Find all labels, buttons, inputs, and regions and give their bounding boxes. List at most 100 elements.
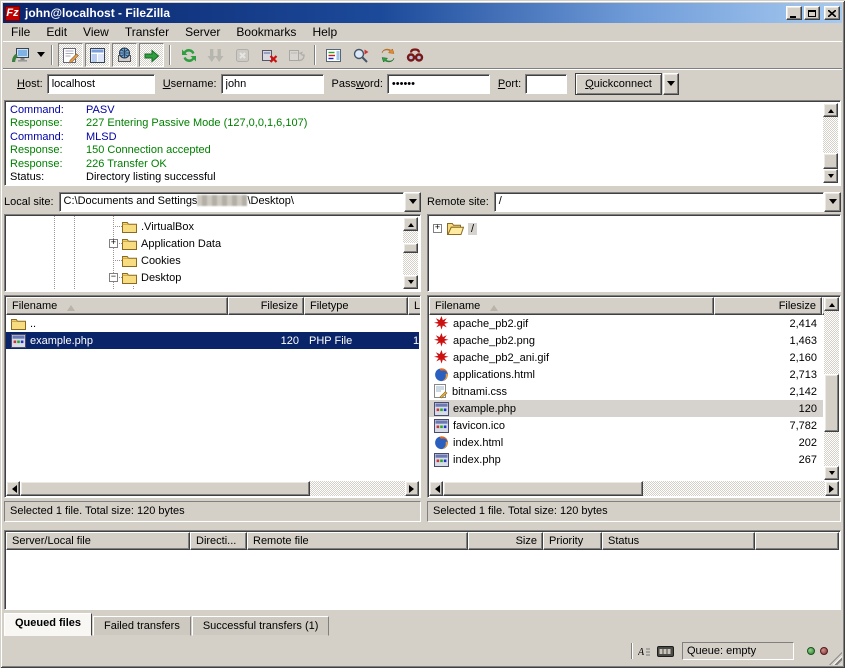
local-hscrollbar[interactable] [6,481,419,496]
log-scroll-down[interactable] [823,169,838,183]
host-input[interactable] [47,74,155,94]
remote-site-combobox[interactable]: / [494,192,841,212]
refresh-button[interactable] [176,43,201,67]
disconnect-button[interactable] [257,43,282,67]
local-hscroll-left[interactable] [6,481,20,496]
file-size-cell: 1,463 [714,332,822,349]
remote-hscroll-thumb[interactable] [443,481,643,496]
local-tree-scrollbar[interactable] [403,217,418,289]
file-row[interactable]: favicon.ico7,782 [429,417,823,434]
file-row[interactable]: index.php267 [429,451,823,468]
folder-icon [122,271,137,284]
file-row[interactable]: .. [6,315,419,332]
tree-item-desktop[interactable]: Desktop [122,269,181,286]
toggle-queue-button[interactable] [139,43,164,67]
log-entry: Status:Directory listing successful [10,171,822,184]
file-row[interactable]: bitnami.css2,142 [429,383,823,400]
minimize-icon [790,16,796,18]
remote-scroll-down[interactable] [824,466,839,480]
local-tree-scroll-down[interactable] [403,275,418,289]
local-path-dropdown[interactable] [404,192,421,212]
column-header-priority[interactable]: Priority [543,532,602,550]
local-hscroll-right[interactable] [405,481,419,496]
tree-item--virtualbox[interactable]: .VirtualBox [122,218,194,235]
remote-vscrollbar[interactable] [824,297,839,480]
column-header-status[interactable]: Status [602,532,755,550]
file-row[interactable]: index.html202 [429,434,823,451]
expand-icon[interactable]: + [109,239,118,248]
column-header-filetype[interactable]: Filetype [304,297,408,315]
port-input[interactable] [525,74,567,94]
maximize-button[interactable] [804,6,820,20]
log-scrollbar[interactable] [823,103,838,183]
menu-item-server[interactable]: Server [177,23,228,41]
tree-item-root[interactable]: / [447,220,477,237]
quickconnect-button[interactable]: Quickconnect [575,73,662,95]
column-header-filesize[interactable]: Filesize [714,297,822,315]
tab-queued-files[interactable]: Queued files [4,613,92,636]
process-queue-icon [207,47,224,64]
file-size-cell: 120 [714,400,822,417]
username-input[interactable] [221,74,324,94]
tree-item-application-data[interactable]: Application Data [122,235,221,252]
menu-item-view[interactable]: View [75,23,117,41]
speed-limit-icon[interactable] [657,646,674,657]
toggle-local-tree-button[interactable] [85,43,110,67]
file-row[interactable]: example.php120PHP File1 [6,332,419,349]
site-manager-button[interactable] [8,43,33,67]
remote-hscrollbar[interactable] [429,481,839,496]
menu-item-edit[interactable]: Edit [38,23,75,41]
find-files-button[interactable] [402,43,427,67]
log-scroll-up[interactable] [823,103,838,117]
column-header-filename[interactable]: Filename [6,297,228,315]
password-input[interactable] [387,74,490,94]
collapse-icon[interactable]: − [109,273,118,282]
compare-button[interactable] [348,43,373,67]
local-tree-scroll-up[interactable] [403,217,418,231]
toggle-remote-tree-button[interactable] [112,43,137,67]
column-header-server-local-file[interactable]: Server/Local file [6,532,190,550]
file-row[interactable]: applications.html2,713 [429,366,823,383]
column-header-directi-[interactable]: Directi... [190,532,247,550]
folder-icon [122,237,137,250]
remote-scroll-up[interactable] [824,297,839,311]
column-header-filesize[interactable]: Filesize [228,297,304,315]
toggle-log-button[interactable] [58,43,83,67]
quickconnect-dropdown[interactable] [663,73,679,95]
column-header-filename[interactable]: Filename [429,297,714,315]
column-header-remote-file[interactable]: Remote file [247,532,468,550]
tab-successful-transfers-1-[interactable]: Successful transfers (1) [192,616,330,636]
local-site-combobox[interactable]: C:\Documents and Settings\Desktop\ [59,192,421,212]
cancel-button[interactable] [230,43,255,67]
column-header-l[interactable]: L [408,297,421,315]
menu-item-help[interactable]: Help [304,23,345,41]
menu-item-bookmarks[interactable]: Bookmarks [228,23,304,41]
sync-browse-button[interactable] [375,43,400,67]
reconnect-button[interactable] [284,43,309,67]
site-manager-dropdown[interactable] [34,43,47,67]
filezilla-app-icon[interactable]: Fz [5,6,20,21]
file-row[interactable]: apache_pb2.gif2,414 [429,315,823,332]
local-tree-scroll-thumb[interactable] [403,243,418,253]
remote-hscroll-left[interactable] [429,481,443,496]
remote-hscroll-right[interactable] [825,481,839,496]
port-label: Port: [498,78,521,90]
process-queue-button[interactable] [203,43,228,67]
minimize-button[interactable] [786,6,802,20]
file-row[interactable]: example.php120 [429,400,823,417]
expand-icon[interactable]: + [433,224,442,233]
file-row[interactable]: apache_pb2.png1,463 [429,332,823,349]
file-row[interactable]: apache_pb2_ani.gif2,160 [429,349,823,366]
remote-scroll-thumb[interactable] [824,374,839,432]
log-scroll-thumb[interactable] [823,153,838,169]
local-hscroll-thumb[interactable] [20,481,310,496]
tab-failed-transfers[interactable]: Failed transfers [93,616,191,636]
menu-item-file[interactable]: File [3,23,38,41]
ascii-data-type-icon[interactable]: A [638,645,651,658]
remote-path-dropdown[interactable] [824,192,841,212]
close-button[interactable] [824,6,840,20]
column-header-size[interactable]: Size [468,532,543,550]
tree-item-cookies[interactable]: Cookies [122,252,181,269]
menu-item-transfer[interactable]: Transfer [117,23,177,41]
filter-button[interactable] [321,43,346,67]
